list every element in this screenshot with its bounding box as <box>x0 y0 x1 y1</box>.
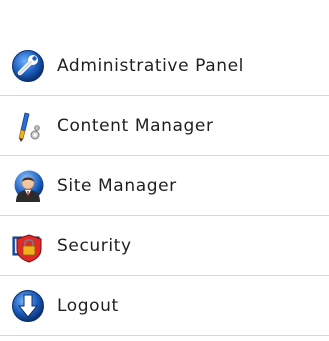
menu-item-label: Site Manager <box>57 175 177 196</box>
brush-tools-icon <box>9 107 47 145</box>
menu-item-content-manager[interactable]: Content Manager <box>0 96 329 156</box>
logout-arrow-icon <box>9 287 47 325</box>
security-shield-icon <box>9 227 47 265</box>
main-menu: Administrative Panel Content Manager Sit… <box>0 36 329 336</box>
menu-item-label: Administrative Panel <box>57 55 245 76</box>
menu-item-logout[interactable]: Logout <box>0 276 329 336</box>
menu-item-label: Security <box>57 235 132 256</box>
wrench-globe-icon <box>9 47 47 85</box>
menu-item-site-manager[interactable]: Site Manager <box>0 156 329 216</box>
menu-item-administrative-panel[interactable]: Administrative Panel <box>0 36 329 96</box>
menu-item-security[interactable]: Security <box>0 216 329 276</box>
user-manager-icon <box>9 167 47 205</box>
menu-item-label: Logout <box>57 295 119 316</box>
menu-item-label: Content Manager <box>57 115 214 136</box>
